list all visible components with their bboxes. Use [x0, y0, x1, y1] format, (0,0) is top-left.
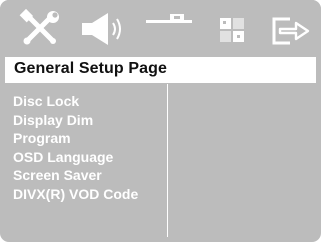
page-title: General Setup Page: [14, 60, 167, 77]
setup-menu-list: Disc Lock Display Dim Program OSD Langua…: [13, 92, 138, 204]
menu-item-osd-language[interactable]: OSD Language: [13, 148, 138, 167]
menu-list-panel: Disc Lock Display Dim Program OSD Langua…: [5, 84, 167, 237]
page-title-bar: General Setup Page: [5, 57, 316, 83]
setup-menu-panel: General Setup Page Disc Lock Display Dim…: [0, 0, 321, 242]
general-setup-icon[interactable]: [18, 8, 62, 50]
menu-item-divx-vod-code[interactable]: DIVX(R) VOD Code: [13, 185, 138, 204]
video-setup-icon[interactable]: [144, 8, 194, 50]
menu-item-program[interactable]: Program: [13, 129, 138, 148]
preference-setup-icon[interactable]: [215, 8, 249, 50]
option-value-panel: [168, 84, 316, 237]
exit-setup-icon[interactable]: [266, 8, 312, 50]
menu-item-screen-saver[interactable]: Screen Saver: [13, 166, 138, 185]
setup-icon-bar: [0, 0, 321, 56]
audio-setup-icon[interactable]: [78, 8, 128, 50]
menu-item-disc-lock[interactable]: Disc Lock: [13, 92, 138, 111]
menu-item-display-dim[interactable]: Display Dim: [13, 111, 138, 130]
